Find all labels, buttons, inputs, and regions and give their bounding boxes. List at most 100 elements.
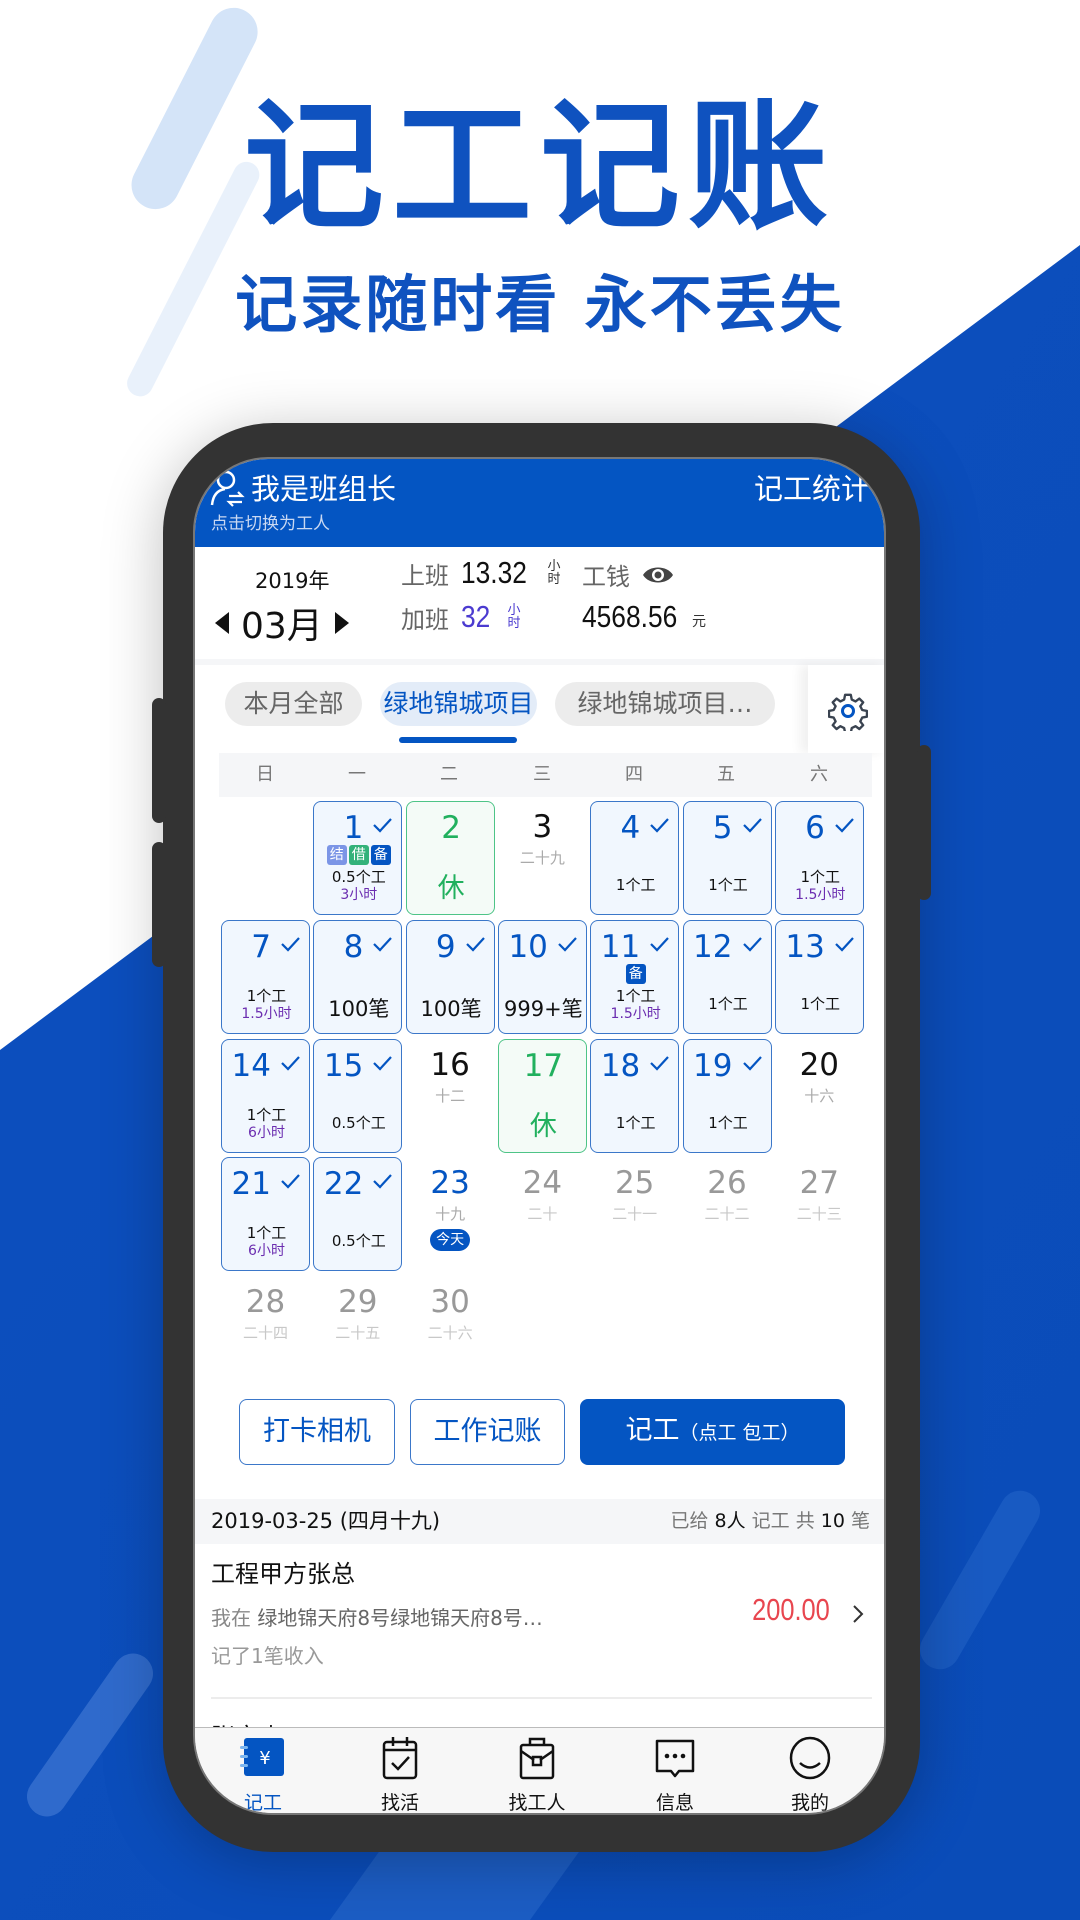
user-switch-icon[interactable]: [209, 469, 247, 509]
lunar-date: 十二: [435, 1086, 466, 1105]
svg-text:¥: ¥: [259, 1748, 270, 1769]
lunar-date: 二十三: [796, 1205, 842, 1224]
calendar-day[interactable]: 17 休: [497, 1038, 587, 1153]
calendar-day[interactable]: 9 100笔: [405, 919, 495, 1034]
calendar-day[interactable]: 14 1个工 6小时: [221, 1038, 310, 1153]
record-date: 2019-03-25 (四月十九): [211, 1509, 441, 1533]
calendar-day[interactable]: 12 1个工: [682, 919, 772, 1034]
record-work-button[interactable]: 记工（点工 包工）: [580, 1399, 845, 1465]
calendar-day[interactable]: 19 1个工: [682, 1038, 772, 1153]
weekday-tue: 二: [440, 764, 458, 785]
tab-label: 记工: [243, 1792, 282, 1814]
calendar-day[interactable]: 2休: [405, 801, 495, 915]
tag-group: 结借备: [314, 844, 403, 865]
calendar-day[interactable]: 20 十六: [775, 1039, 864, 1153]
calendar-day[interactable]: 13 1个工: [774, 919, 864, 1034]
lunar-date: 二十四: [242, 1324, 288, 1343]
record-count: 100笔: [420, 996, 482, 1021]
rest-label: 休: [437, 873, 465, 904]
calendar-day[interactable]: 25 二十一: [590, 1157, 679, 1271]
tab-record[interactable]: ¥ 记工: [203, 1736, 323, 1814]
clock-camera-button[interactable]: 打卡相机: [239, 1399, 395, 1465]
work-unit: 小时: [547, 559, 561, 587]
gear-icon[interactable]: [828, 691, 868, 731]
calendar-day[interactable]: 7 1个工 1.5小时: [221, 919, 310, 1034]
role-title[interactable]: 我是班组长: [251, 467, 396, 511]
next-month-icon[interactable]: [334, 612, 349, 634]
work-amount: 1个工: [708, 1113, 748, 1132]
calendar-day[interactable]: 29 二十五: [313, 1276, 402, 1390]
prev-month-icon[interactable]: [215, 612, 229, 634]
item-name: 工程甲方张总: [211, 1560, 355, 1588]
calendar-day[interactable]: 5 1个工: [682, 801, 772, 915]
divider: [211, 1697, 872, 1699]
work-ledger-button[interactable]: 工作记账: [410, 1399, 565, 1465]
record-tag: 借: [348, 845, 369, 865]
tab-find-work[interactable]: 找活: [340, 1736, 460, 1813]
lunar-date: 二十一: [612, 1205, 658, 1224]
work-amount: 1个工: [615, 986, 656, 1005]
overtime-amount: 6小时: [248, 1243, 285, 1260]
month-selector: 03月: [215, 597, 349, 649]
item-note: 记了1笔收入: [211, 1644, 324, 1668]
work-amount: 0.5个工: [331, 1113, 386, 1132]
calendar-day[interactable]: 27 二十三: [775, 1157, 864, 1271]
ledger-icon: ¥: [240, 1738, 284, 1776]
calendar-day[interactable]: 8 100笔: [313, 919, 403, 1034]
briefcase-icon: [519, 1737, 555, 1780]
today-badge: 今天: [430, 1229, 471, 1252]
day-number: 29: [338, 1284, 378, 1321]
calendar-day[interactable]: 1 结借备 0.5个工 3小时: [313, 801, 403, 915]
app-screen: 我是班组长 点击切换为工人 记工统计 2019年 03月 上班 13.32 小时…: [193, 457, 886, 1815]
weekday-header: 日 一 二 三 四 五 六: [219, 753, 872, 797]
calendar-day[interactable]: 4 1个工: [590, 801, 680, 915]
calendar-day[interactable]: 23 十九 今天: [406, 1157, 495, 1271]
promo-title: 记工记账: [243, 86, 836, 249]
promo-subtitle: 记录随时看 永不丢失: [235, 268, 845, 341]
calendar-day[interactable]: 28 二十四: [221, 1276, 310, 1390]
weekday-thu: 四: [625, 764, 643, 785]
calendar-day[interactable]: 26 二十二: [683, 1157, 772, 1271]
tab-month-all[interactable]: 本月全部: [225, 682, 362, 726]
tab-profile[interactable]: 我的: [750, 1736, 870, 1813]
record-work-label: 记工: [625, 1415, 680, 1446]
overtime-amount: 1.5小时: [241, 1005, 292, 1022]
work-amount: 0.5个工: [331, 1232, 386, 1251]
calendar-day[interactable]: 6 1个工 1.5小时: [774, 801, 864, 915]
calendar-day[interactable]: 3 二十九: [498, 801, 587, 915]
calendar-day[interactable]: 18 1个工: [590, 1038, 680, 1153]
day-number: 23: [430, 1165, 470, 1202]
lunar-date: 二十二: [704, 1205, 750, 1224]
calendar-day[interactable]: 10 999+笔: [497, 919, 587, 1034]
eye-icon[interactable]: [642, 564, 674, 586]
calendar-day[interactable]: 16 十二: [406, 1039, 495, 1153]
stats-link[interactable]: 记工统计: [754, 469, 870, 509]
calendar-day[interactable]: 30 二十六: [406, 1276, 495, 1390]
switch-role-hint[interactable]: 点击切换为工人: [211, 513, 330, 535]
check-icon: [373, 818, 393, 833]
day-number: 2: [441, 810, 461, 846]
list-item[interactable]: 工程甲方张总 我在 绿地锦天府8号绿地锦天府8号… 记了1笔收入 200.00: [195, 1544, 884, 1699]
weekday-sun: 日: [256, 764, 274, 785]
day-number: 30: [430, 1284, 470, 1321]
calendar-day[interactable]: 15 0.5个工: [313, 1038, 403, 1153]
wage-header: 工钱: [582, 557, 674, 592]
calendar-day[interactable]: 22 0.5个工: [313, 1157, 403, 1272]
message-icon: [655, 1739, 695, 1778]
check-icon: [650, 818, 669, 833]
tab-settings[interactable]: [808, 665, 884, 753]
check-icon: [558, 937, 577, 952]
tab-project-1[interactable]: 绿地锦城项目: [380, 682, 537, 726]
calendar-day[interactable]: 11 备 1个工 1.5小时: [590, 919, 680, 1034]
overtime-hours: 加班 32 小时: [401, 599, 521, 635]
work-amount: 1个工: [708, 994, 748, 1013]
day-number: 17: [523, 1047, 564, 1084]
tab-find-workers[interactable]: 找工人: [477, 1736, 597, 1813]
tab-project-2[interactable]: 绿地锦城项目…: [555, 682, 775, 726]
lunar-date: 二十: [527, 1205, 558, 1224]
tab-messages[interactable]: 信息: [615, 1736, 735, 1813]
calendar-day[interactable]: 24 二十: [498, 1157, 587, 1271]
weekday-wed: 三: [533, 764, 551, 785]
calendar-day[interactable]: 21 1个工 6小时: [221, 1157, 310, 1272]
weekday-fri: 五: [717, 764, 735, 785]
